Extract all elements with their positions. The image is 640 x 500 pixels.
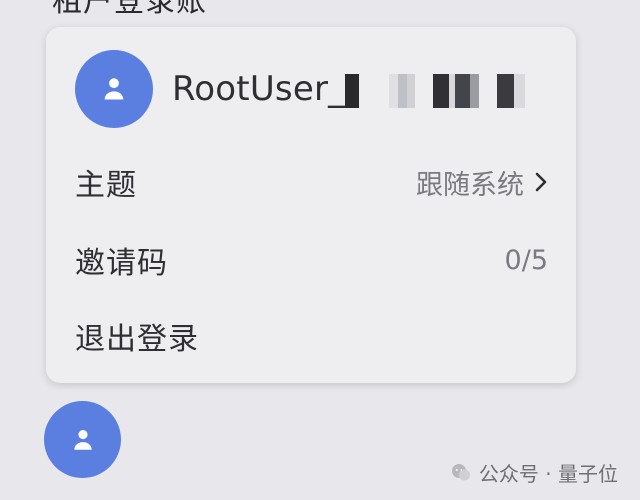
- account-row[interactable]: RootUser_: [75, 50, 552, 128]
- menu-item-invite-code[interactable]: 邀请码 0/5: [75, 235, 548, 285]
- user-icon: [104, 78, 124, 100]
- masked-segment-4: [497, 73, 526, 108]
- menu-item-logout[interactable]: 退出登录: [75, 311, 548, 361]
- logout-label: 退出登录: [75, 322, 199, 357]
- account-menu-card: RootUser_ 主题 跟随系统 邀请码 0/5 退出登录: [46, 27, 576, 383]
- wechat-icon: [451, 463, 470, 480]
- masked-segment-3: [433, 73, 480, 108]
- theme-value[interactable]: 跟随系统: [416, 163, 548, 202]
- watermark-text: 公众号 · 量子位: [478, 462, 618, 486]
- invite-code-label: 邀请码: [75, 246, 168, 281]
- username: RootUser_: [172, 69, 526, 109]
- masked-segment-2: [389, 73, 416, 108]
- watermark: 公众号 · 量子位: [449, 458, 618, 487]
- user-avatar: [75, 50, 153, 128]
- username-text: RootUser_: [172, 69, 346, 109]
- invite-code-value: 0/5: [504, 244, 548, 276]
- page: 租户登录账 RootUser_ 主题 跟随系统 邀请码 0/5 退出登录 公众号…: [0, 0, 640, 500]
- top-cut-text: 租户登录账: [52, 0, 207, 19]
- theme-value-text: 跟随系统: [416, 169, 524, 201]
- theme-label: 主题: [75, 168, 137, 203]
- menu-item-theme[interactable]: 主题 跟随系统: [75, 157, 548, 207]
- bottom-avatar-button[interactable]: [44, 401, 121, 478]
- user-icon: [73, 429, 92, 450]
- chevron-right-icon: [535, 172, 547, 192]
- masked-segment-1: [345, 73, 360, 108]
